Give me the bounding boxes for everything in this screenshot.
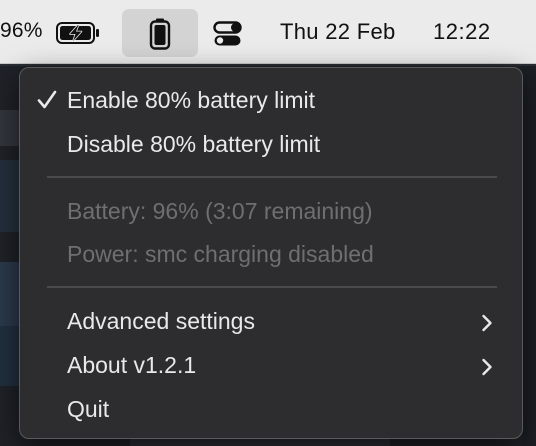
battery-charging-icon[interactable]	[56, 22, 100, 44]
background-panel	[0, 160, 20, 232]
menu-bar: 96% Thu 22 Feb 12:22	[0, 0, 536, 64]
chevron-right-icon	[482, 358, 492, 376]
background-panel	[0, 326, 20, 386]
menu-item-disable-limit[interactable]: Disable 80% battery limit	[20, 125, 522, 165]
menu-item-label: Enable 80% battery limit	[67, 87, 316, 113]
menu-item-label: About v1.2.1	[67, 352, 197, 378]
menu-item-power-status: Power: smc charging disabled	[20, 235, 522, 275]
background-panel	[522, 66, 536, 446]
checkmark-icon	[37, 90, 57, 109]
chevron-right-icon	[482, 314, 492, 332]
menu-item-about[interactable]: About v1.2.1	[20, 346, 522, 386]
menu-item-label: Battery: 96% (3:07 remaining)	[67, 198, 373, 224]
menu-bar-time[interactable]: 12:22	[433, 19, 491, 45]
menu-separator	[47, 176, 497, 178]
menu-item-label: Quit	[67, 396, 110, 422]
background-panel	[0, 110, 20, 146]
menu-item-enable-limit[interactable]: Enable 80% battery limit	[20, 81, 522, 121]
menu-item-battery-status: Battery: 96% (3:07 remaining)	[20, 192, 522, 232]
menu-bar-date[interactable]: Thu 22 Feb	[280, 19, 396, 45]
menu-item-label: Disable 80% battery limit	[67, 131, 321, 157]
battery-icon	[149, 18, 171, 50]
menu-item-label: Advanced settings	[67, 308, 255, 334]
control-center-icon[interactable]	[213, 21, 243, 47]
background-panel	[0, 262, 20, 326]
menu-item-label: Power: smc charging disabled	[67, 241, 374, 267]
battery-percent[interactable]: 96%	[0, 19, 43, 43]
battery-app-status-button[interactable]	[122, 9, 198, 57]
menu-item-advanced-settings[interactable]: Advanced settings	[20, 302, 522, 342]
menu-item-quit[interactable]: Quit	[20, 390, 522, 430]
menu-separator	[47, 286, 497, 288]
battery-app-menu: Enable 80% battery limit Disable 80% bat…	[19, 67, 523, 439]
